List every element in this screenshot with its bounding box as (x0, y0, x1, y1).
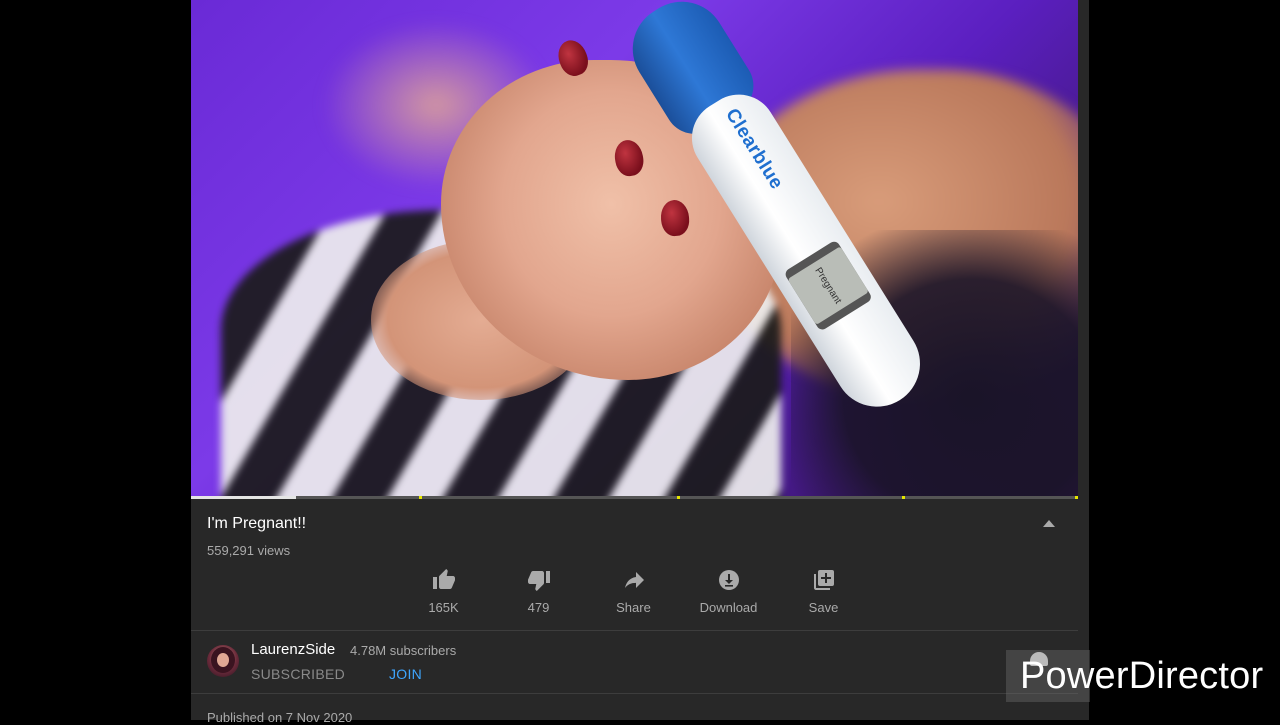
collapse-caret-icon[interactable] (1043, 520, 1055, 527)
download-label: Download (699, 600, 758, 615)
video-title: I'm Pregnant!! (207, 515, 307, 532)
divider (191, 693, 1078, 694)
powerdirector-watermark: PowerDirector (1020, 655, 1264, 697)
like-button[interactable]: 165K (396, 568, 491, 615)
divider (191, 630, 1078, 631)
channel-row: LaurenzSide 4.78M subscribers SUBSCRIBED… (205, 641, 1065, 683)
title-row[interactable]: I'm Pregnant!! (207, 514, 1067, 538)
video-page: Clearblue Pregnant I'm Pregnant!! 559,29… (191, 0, 1089, 725)
progress-played (191, 496, 296, 499)
save-button[interactable]: Save (776, 568, 871, 615)
dislike-button[interactable]: 479 (491, 568, 586, 615)
ad-marker (677, 496, 680, 499)
video-progress-bar[interactable] (191, 496, 1078, 499)
avatar-face (217, 653, 229, 667)
thumbs-down-icon (527, 568, 551, 592)
like-count: 165K (428, 600, 459, 615)
share-label: Share (616, 600, 651, 615)
channel-avatar[interactable] (207, 645, 239, 677)
save-label: Save (808, 600, 839, 615)
join-button[interactable]: JOIN (389, 666, 422, 682)
ad-marker (902, 496, 905, 499)
action-bar: 165K 479 Share Download Save (396, 568, 871, 615)
ad-marker (1075, 496, 1078, 499)
ad-marker (419, 496, 422, 499)
thumbs-up-icon (432, 568, 456, 592)
subscriber-count: 4.78M subscribers (350, 643, 457, 658)
video-player[interactable]: Clearblue Pregnant (191, 0, 1078, 498)
channel-name[interactable]: LaurenzSide (251, 641, 335, 658)
subscribed-button[interactable]: SUBSCRIBED (251, 666, 345, 682)
download-button[interactable]: Download (681, 568, 776, 615)
publish-date: Published on 7 Nov 2020 (207, 710, 353, 725)
share-button[interactable]: Share (586, 568, 681, 615)
download-icon (717, 568, 741, 592)
save-playlist-icon (812, 568, 836, 592)
view-count: 559,291 views (207, 543, 291, 558)
dislike-count: 479 (527, 600, 550, 615)
share-icon (622, 568, 646, 592)
